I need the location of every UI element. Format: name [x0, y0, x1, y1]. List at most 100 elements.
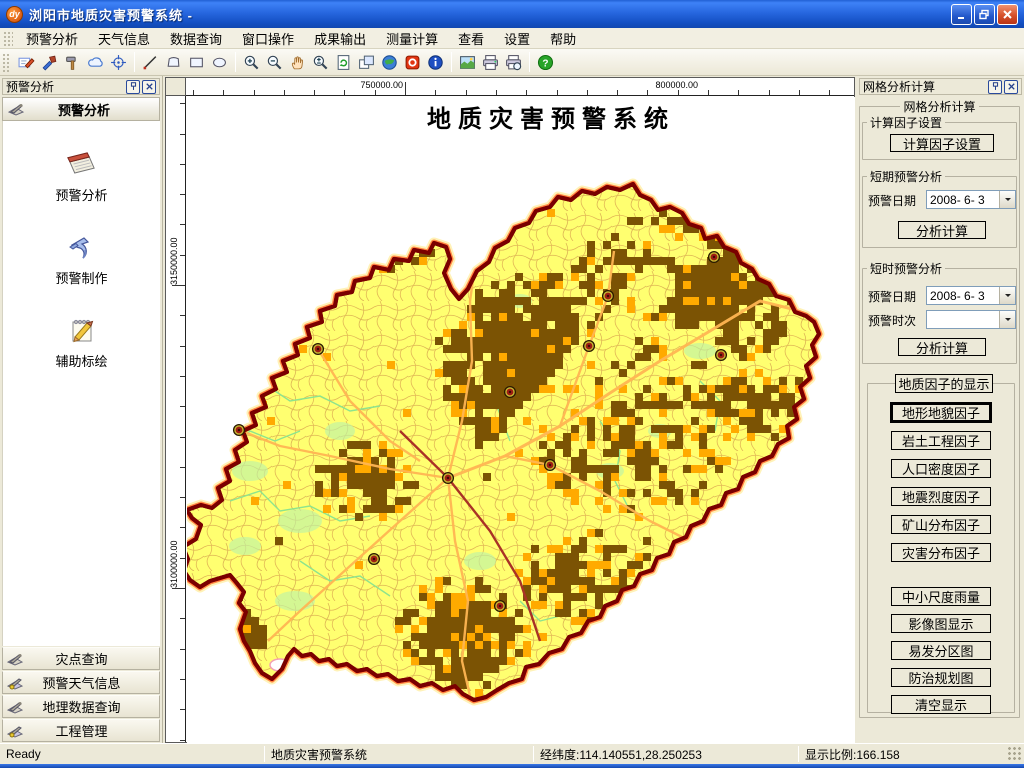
ruler-tick [193, 90, 194, 95]
record-button[interactable] [401, 51, 424, 74]
menu-item-9[interactable]: 帮助 [540, 27, 586, 50]
accordion-bar-label: 地理数据查询 [28, 697, 159, 716]
refresh-button[interactable] [332, 51, 355, 74]
town-marker[interactable] [505, 387, 516, 398]
print-button[interactable] [479, 51, 502, 74]
chevron-down-icon[interactable] [999, 191, 1015, 208]
accordion-header-warning-analysis[interactable]: 预警分析 [2, 97, 160, 121]
cloud-button[interactable] [84, 51, 107, 74]
menu-item-4[interactable]: 窗口操作 [232, 27, 304, 50]
town-marker[interactable] [443, 473, 454, 484]
factor-button-6[interactable]: 灾害分布因子 [891, 543, 991, 562]
zoom-in-button[interactable] [240, 51, 263, 74]
factor-button-1[interactable]: 地形地貌因子 [891, 403, 991, 422]
chevron-down-icon[interactable] [999, 311, 1015, 328]
globe-button[interactable] [378, 51, 401, 74]
display-button-3[interactable]: 易发分区图 [891, 641, 991, 660]
short-term-analyze-button[interactable]: 分析计算 [898, 221, 986, 239]
geo-factor-display-button[interactable]: 地质因子的显示 [895, 374, 993, 393]
factor-button-4[interactable]: 地震烈度因子 [891, 487, 991, 506]
zoom-out-icon [266, 54, 283, 71]
right-panel-title: 网格分析计算 [863, 78, 986, 95]
ruler-tick [223, 90, 224, 95]
close-button[interactable] [997, 4, 1018, 25]
zoom-extent-button[interactable] [309, 51, 332, 74]
close-icon[interactable] [142, 80, 156, 94]
line-button[interactable] [139, 51, 162, 74]
sidebar-item-3[interactable]: 辅助标绘 [3, 313, 160, 370]
town-marker[interactable] [313, 344, 324, 355]
short-time-date-combobox[interactable]: 2008- 6- 3 [926, 286, 1016, 305]
toolbar-separator [235, 52, 236, 72]
map-title: 地质灾害预警系统 [187, 99, 855, 134]
map-image-button[interactable] [456, 51, 479, 74]
print-icon [482, 54, 499, 71]
accordion-bar-3[interactable]: 地理数据查询 [2, 695, 160, 718]
close-icon[interactable] [1004, 80, 1018, 94]
menu-item-3[interactable]: 数据查询 [160, 27, 232, 50]
display-button-4[interactable]: 防治规划图 [891, 668, 991, 687]
menu-item-8[interactable]: 设置 [494, 27, 540, 50]
zoom-out-button[interactable] [263, 51, 286, 74]
resize-grip[interactable] [1008, 747, 1022, 761]
sidebar-item-label: 预警分析 [55, 185, 107, 204]
ruler-tick [180, 527, 185, 528]
layers-button[interactable] [355, 51, 378, 74]
ellipse-button[interactable] [208, 51, 231, 74]
map-canvas[interactable]: 地质灾害预警系统 [187, 97, 855, 743]
town-marker[interactable] [584, 341, 595, 352]
sidebar-item-2[interactable]: 预警制作 [3, 230, 160, 287]
short-term-date-combobox[interactable]: 2008- 6- 3 [926, 190, 1016, 209]
short-time-period-combobox[interactable] [926, 310, 1016, 329]
help-icon: ? [537, 54, 554, 71]
help-button[interactable]: ? [534, 51, 557, 74]
edit-map-button[interactable] [15, 51, 38, 74]
chevron-down-icon[interactable] [999, 287, 1015, 304]
info-button[interactable] [424, 51, 447, 74]
polygon-button[interactable] [162, 51, 185, 74]
calc-factor-settings-button[interactable]: 计算因子设置 [890, 134, 994, 152]
display-button-1[interactable]: 中小尺度雨量 [891, 587, 991, 606]
menu-item-1[interactable]: 预警分析 [16, 27, 88, 50]
town-marker[interactable] [234, 425, 245, 436]
menu-item-6[interactable]: 测量计算 [376, 27, 448, 50]
center-target-button[interactable] [107, 51, 130, 74]
print-preview-button[interactable] [502, 51, 525, 74]
status-scale: 显示比例:166.158 [799, 744, 999, 764]
town-marker[interactable] [709, 252, 720, 263]
pan-button[interactable] [286, 51, 309, 74]
hammer-button[interactable] [61, 51, 84, 74]
display-button-2[interactable]: 影像图显示 [891, 614, 991, 633]
short-time-analyze-button[interactable]: 分析计算 [898, 338, 986, 356]
display-button-5[interactable]: 清空显示 [891, 695, 991, 714]
accordion-bar-4[interactable]: 工程管理 [2, 719, 160, 742]
gizmo-icon [6, 723, 24, 739]
town-marker[interactable] [603, 291, 614, 302]
menu-item-7[interactable]: 查看 [448, 27, 494, 50]
map-image-icon [459, 54, 476, 71]
town-marker[interactable] [716, 350, 727, 361]
window-title: 浏阳市地质灾害预警系统 - [29, 5, 193, 24]
menu-item-5[interactable]: 成果输出 [304, 27, 376, 50]
factor-button-5[interactable]: 矿山分布因子 [891, 515, 991, 534]
factor-button-2[interactable]: 岩土工程因子 [891, 431, 991, 450]
town-marker[interactable] [545, 460, 556, 471]
minimize-button[interactable] [951, 4, 972, 25]
town-marker[interactable] [495, 601, 506, 612]
short-time-period-value [927, 311, 999, 328]
status-coordinates: 经纬度:114.140551,28.250253 [534, 744, 798, 764]
town-marker[interactable] [369, 554, 380, 565]
restore-button[interactable] [974, 4, 995, 25]
paint-button[interactable] [38, 51, 61, 74]
menu-grip[interactable] [3, 31, 13, 46]
accordion-bar-1[interactable]: 灾点查询 [2, 647, 160, 670]
pin-icon[interactable] [126, 80, 140, 94]
rectangle-button[interactable] [185, 51, 208, 74]
toolbar-grip[interactable] [2, 53, 11, 72]
accordion-bar-2[interactable]: 预警天气信息 [2, 671, 160, 694]
pin-icon[interactable] [988, 80, 1002, 94]
sidebar-item-1[interactable]: 预警分析 [3, 147, 160, 204]
menu-item-2[interactable]: 天气信息 [88, 27, 160, 50]
status-doc-name: 地质灾害预警系统 [265, 744, 533, 764]
factor-button-3[interactable]: 人口密度因子 [891, 459, 991, 478]
